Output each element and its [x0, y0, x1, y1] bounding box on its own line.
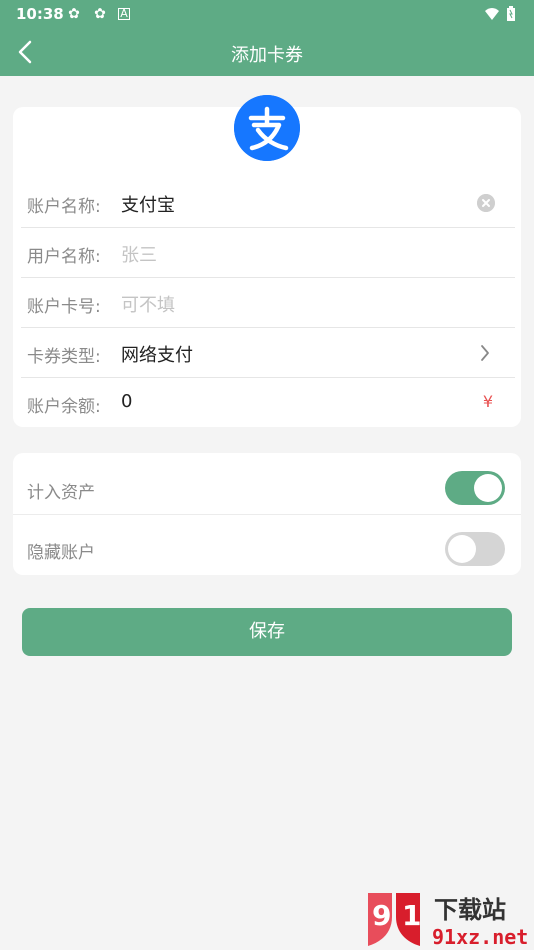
alipay-icon[interactable]	[234, 95, 300, 161]
account-form-card: 账户名称: 支付宝 用户名称: 张三 账户卡号: 可不填 卡券类型: 网络支付 …	[13, 95, 521, 428]
app-bar: 添加卡券	[0, 28, 534, 76]
yen-icon: ¥	[482, 392, 493, 411]
save-button[interactable]: 保存	[22, 608, 512, 656]
hide-account-label: 隐藏账户	[27, 543, 95, 563]
status-time: 10:38	[16, 5, 64, 23]
account-name-label: 账户名称:	[27, 197, 101, 217]
hide-account-toggle[interactable]	[445, 532, 505, 566]
notification-icon: ✿	[68, 6, 80, 22]
include-assets-label: 计入资产	[27, 483, 95, 503]
card-number-row[interactable]: 账户卡号: 可不填	[21, 278, 515, 328]
balance-label: 账户余额:	[27, 397, 101, 417]
card-number-label: 账户卡号:	[27, 297, 101, 317]
clear-icon[interactable]	[477, 194, 495, 212]
svg-text:1: 1	[402, 899, 421, 932]
toggle-knob	[448, 535, 476, 563]
status-bar: 10:38 ✿ ✿ A	[0, 0, 534, 28]
card-type-label: 卡券类型:	[27, 347, 101, 367]
watermark-url: 91xz.net	[432, 925, 529, 949]
balance-row[interactable]: 账户余额: 0 ¥	[21, 378, 515, 428]
notification-icon: ✿	[94, 6, 106, 22]
page-title: 添加卡券	[231, 45, 303, 66]
account-name-row[interactable]: 账户名称: 支付宝	[21, 178, 515, 228]
balance-input[interactable]: 0	[121, 391, 132, 412]
user-name-row[interactable]: 用户名称: 张三	[21, 228, 515, 278]
watermark: 9 1 下载站 91xz.net	[364, 887, 534, 950]
wifi-icon	[485, 8, 499, 20]
user-name-label: 用户名称:	[27, 247, 101, 267]
user-name-input[interactable]: 张三	[121, 241, 157, 267]
card-type-value[interactable]: 网络支付	[121, 341, 193, 367]
watermark-logo: 9 1	[368, 893, 421, 946]
watermark-top-text: 下载站	[434, 896, 506, 924]
card-type-row[interactable]: 卡券类型: 网络支付	[21, 328, 515, 378]
hide-account-row[interactable]: 隐藏账户	[13, 514, 521, 575]
toggle-knob	[474, 474, 502, 502]
include-assets-row[interactable]: 计入资产	[13, 453, 521, 514]
card-number-input[interactable]: 可不填	[121, 291, 175, 317]
asset-settings-card: 计入资产 隐藏账户	[13, 453, 521, 575]
chevron-right-icon[interactable]	[473, 340, 497, 366]
svg-text:9: 9	[372, 899, 391, 932]
battery-icon	[507, 6, 515, 21]
account-name-input[interactable]: 支付宝	[121, 191, 175, 217]
include-assets-toggle[interactable]	[445, 471, 505, 505]
image-icon: A	[118, 8, 130, 20]
